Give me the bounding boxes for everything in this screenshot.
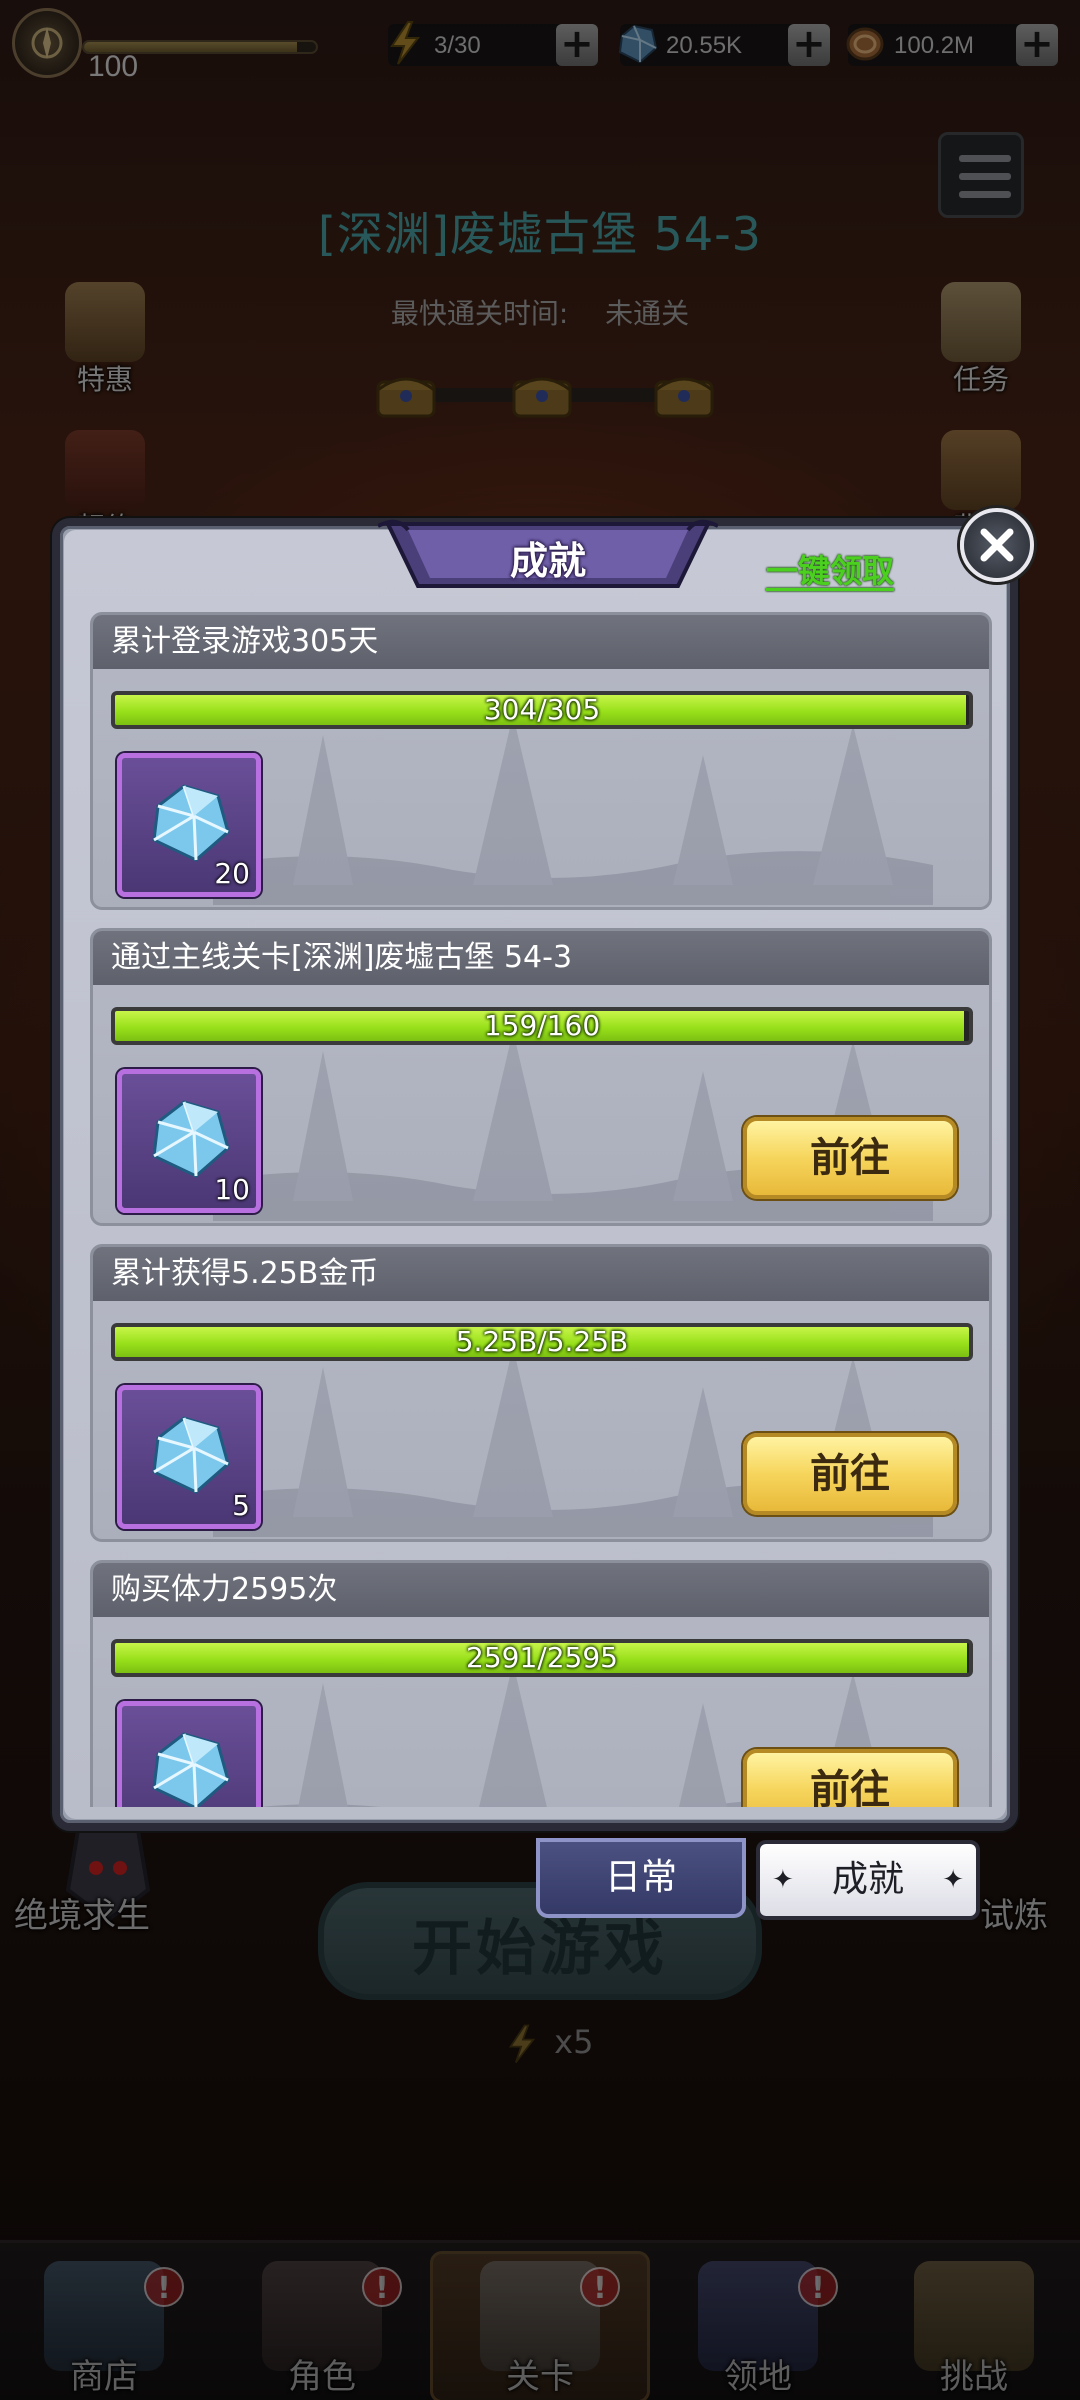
achievement-card: 通过主线关卡[深渊]废墟古堡 54-3 159/160 10 前往 [90,928,992,1226]
diamond-icon [152,1100,230,1178]
achievement-progress-bar: 304/305 [111,691,973,729]
progress-text: 159/160 [483,1009,601,1042]
progress-text: 304/305 [483,693,601,726]
achievement-title: 购买体力2595次 [93,1563,989,1617]
reward-quantity: 20 [214,857,250,890]
diamond-icon [152,1416,230,1494]
achievement-progress-bar: 159/160 [111,1007,973,1045]
achievement-title: 累计获得5.25B金币 [93,1247,989,1301]
achievement-title: 通过主线关卡[深渊]废墟古堡 54-3 [93,931,989,985]
reward-quantity: 10 [214,1173,250,1206]
claim-all-button[interactable]: 一键领取 [766,546,894,592]
reward-item[interactable]: 20 [117,753,261,897]
tab-daily-label: 日常 [604,1857,677,1898]
achievement-dialog-body: 累计登录游戏305天 304/305 20 通过主线关卡[深渊]废墟古堡 54-3 15… [64,530,1006,1819]
dialog-title: 成就 [509,539,586,583]
achievement-progress-bar: 2591/2595 [111,1639,973,1677]
close-icon [980,528,1014,562]
tab-daily[interactable]: 日常 [536,1838,746,1918]
diamond-icon [152,1732,230,1807]
star-icon: ✦ [942,1865,964,1895]
achievement-card: 累计获得5.25B金币 5.25B/5.25B 5 前往 [90,1244,992,1542]
progress-text: 2591/2595 [466,1641,618,1674]
star-icon: ✦ [772,1865,794,1895]
tab-achievement-label: 成就 [831,1859,904,1900]
achievement-dialog: 累计登录游戏305天 304/305 20 通过主线关卡[深渊]废墟古堡 54-3 15… [52,518,1018,1831]
go-button[interactable]: 前往 [743,1749,957,1807]
go-button[interactable]: 前往 [743,1433,957,1515]
achievement-list[interactable]: 累计登录游戏305天 304/305 20 通过主线关卡[深渊]废墟古堡 54-3 15… [90,612,992,1807]
progress-text: 5.25B/5.25B [455,1325,629,1358]
close-button[interactable] [960,508,1034,582]
go-button[interactable]: 前往 [743,1117,957,1199]
reward-item[interactable] [117,1701,261,1807]
diamond-icon [152,784,230,862]
reward-item[interactable]: 10 [117,1069,261,1213]
achievement-card: 累计登录游戏305天 304/305 20 [90,612,992,910]
achievement-card: 购买体力2595次 2591/2595 前往 [90,1560,992,1807]
achievement-progress-bar: 5.25B/5.25B [111,1323,973,1361]
reward-quantity: 5 [232,1489,250,1522]
tab-achievement[interactable]: ✦ 成就 ✦ [756,1840,980,1920]
achievement-title: 累计登录游戏305天 [93,615,989,669]
reward-item[interactable]: 5 [117,1385,261,1529]
